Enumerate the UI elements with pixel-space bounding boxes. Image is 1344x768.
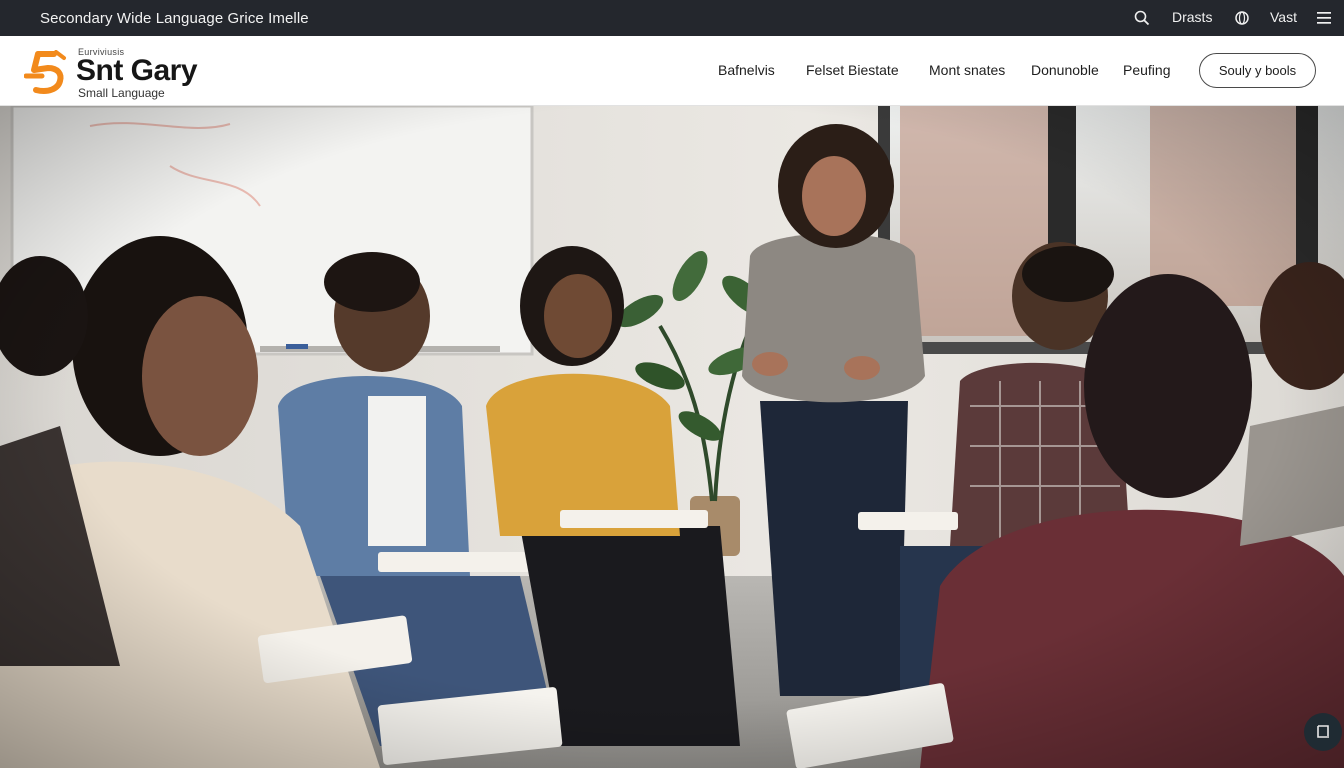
topbar-link-vast[interactable]: Vast <box>1270 9 1297 25</box>
topbar-link-drasts[interactable]: Drasts <box>1172 9 1212 25</box>
site-title[interactable]: Secondary Wide Language Grice Imelle <box>40 10 309 27</box>
nav-item-1[interactable]: Bafnelvis <box>718 62 775 78</box>
nav-item-3[interactable]: Mont snates <box>929 62 1005 78</box>
crop-icon[interactable] <box>1304 713 1342 751</box>
nav-item-5[interactable]: Peufing <box>1123 62 1170 78</box>
main-header: Eurviviusis Snt Gary Small Language Bafn… <box>0 36 1344 106</box>
menu-icon[interactable] <box>1316 9 1332 27</box>
cta-button[interactable]: Souly y bools <box>1199 53 1316 88</box>
classroom-photo <box>0 106 1344 768</box>
logo-subtitle: Small Language <box>78 86 165 100</box>
nav-item-2[interactable]: Felset Biestate <box>806 62 899 78</box>
globe-icon[interactable] <box>1234 9 1250 27</box>
logo-brand-name: Snt Gary <box>76 54 198 87</box>
top-utility-bar: Secondary Wide Language Grice Imelle Dra… <box>0 0 1344 36</box>
site-logo[interactable]: Eurviviusis Snt Gary Small Language <box>24 44 204 100</box>
hero-image <box>0 106 1344 768</box>
logo-mark-icon <box>24 50 66 94</box>
nav-item-4[interactable]: Donunoble <box>1031 62 1099 78</box>
search-icon[interactable] <box>1134 9 1150 27</box>
